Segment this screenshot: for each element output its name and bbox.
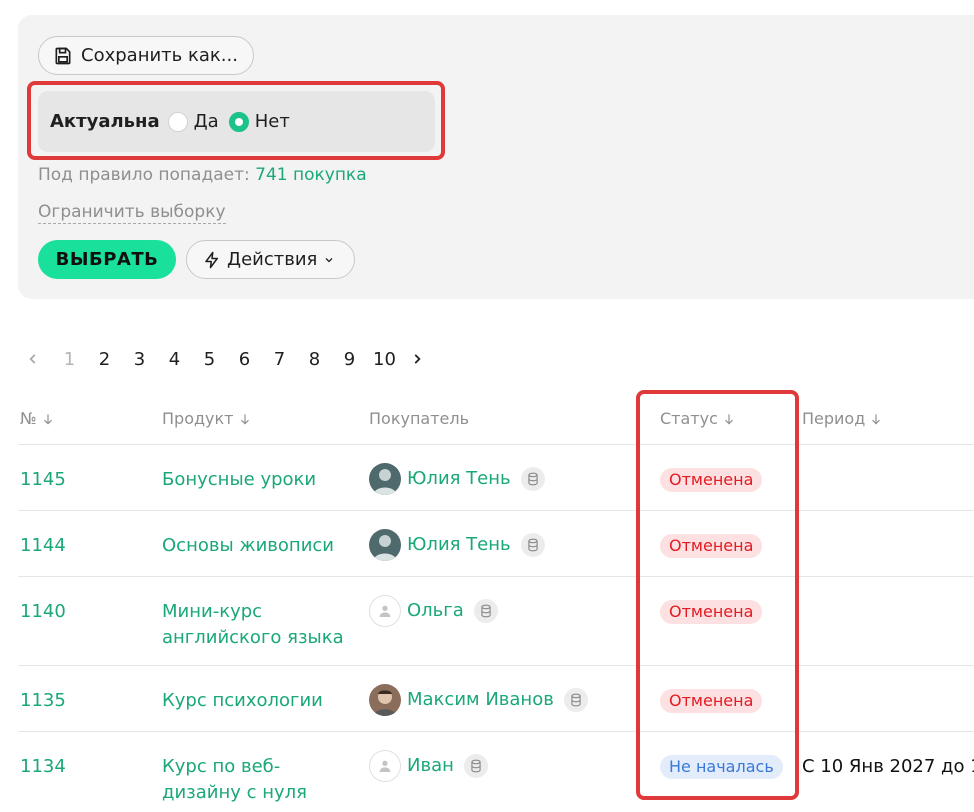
row-4-buyer[interactable]: Максим Иванов [369, 684, 588, 716]
row-5-buyer[interactable]: Иван [369, 750, 488, 782]
status-badge: Отменена [660, 689, 763, 713]
avatar [369, 529, 401, 561]
next-page-chevron-right-icon[interactable] [410, 347, 424, 371]
column-header-period[interactable]: Период [802, 409, 883, 428]
database-icon[interactable] [520, 467, 545, 491]
row-1-product[interactable]: Бонусные уроки [162, 467, 362, 493]
row-2-buyer[interactable]: Юлия Тень [369, 529, 545, 561]
status-badge: Отменена [660, 468, 763, 492]
row-2-buyer-name: Юлия Тень [407, 534, 511, 555]
select-button[interactable]: ВЫБРАТЬ [38, 240, 176, 279]
column-header-product-label: Продукт [162, 409, 234, 428]
row-5-status: Не началась [660, 754, 783, 780]
sort-arrow-down-icon [724, 413, 733, 424]
page-3[interactable]: 3 [122, 349, 157, 370]
column-header-buyer[interactable]: Покупатель [369, 409, 469, 428]
page-5[interactable]: 5 [192, 349, 227, 370]
sort-arrow-down-icon [43, 413, 52, 424]
page-2[interactable]: 2 [87, 349, 122, 370]
database-icon[interactable] [463, 754, 488, 778]
column-header-num[interactable]: № [20, 409, 55, 428]
page-8[interactable]: 8 [297, 349, 332, 370]
row-2-product[interactable]: Основы живописи [162, 533, 362, 559]
avatar [369, 750, 401, 782]
row-3-buyer[interactable]: Ольга [369, 595, 498, 627]
rule-count-text: Под правило попадает: 741 покупка [38, 165, 367, 185]
sort-arrow-down-icon [872, 413, 881, 424]
status-badge: Отменена [660, 600, 763, 624]
rule-count-link[interactable]: 741 покупка [255, 165, 367, 185]
column-header-status[interactable]: Статус [660, 409, 736, 428]
page-9[interactable]: 9 [332, 349, 367, 370]
row-4-product[interactable]: Курс психологии [162, 688, 362, 714]
row-divider [18, 510, 974, 511]
column-header-product[interactable]: Продукт [162, 409, 252, 428]
status-badge: Отменена [660, 534, 763, 558]
row-5-buyer-name: Иван [407, 755, 454, 776]
avatar [369, 595, 401, 627]
database-icon[interactable] [563, 688, 588, 712]
row-3-status: Отменена [660, 599, 763, 625]
avatar [369, 463, 401, 495]
rule-count-prefix: Под правило попадает: [38, 165, 256, 185]
column-header-period-label: Период [802, 409, 866, 428]
row-3-num[interactable]: 1140 [20, 599, 66, 625]
page-7[interactable]: 7 [262, 349, 297, 370]
row-5-product[interactable]: Курс по веб-дизайну с нуля [162, 754, 322, 806]
column-header-buyer-label: Покупатель [369, 409, 470, 428]
limit-selection-link[interactable]: Ограничить выборку [38, 201, 226, 224]
row-4-buyer-name: Максим Иванов [407, 689, 554, 710]
row-divider [18, 576, 974, 577]
avatar [369, 684, 401, 716]
row-2-status: Отменена [660, 533, 763, 559]
row-1-status: Отменена [660, 467, 763, 493]
floppy-disk-icon [55, 47, 71, 64]
row-2-num[interactable]: 1144 [20, 533, 66, 559]
column-header-status-label: Статус [660, 409, 718, 428]
actions-dropdown-button[interactable]: Действия [186, 240, 355, 279]
row-4-num[interactable]: 1135 [20, 688, 66, 714]
page-4[interactable]: 4 [157, 349, 192, 370]
row-3-product[interactable]: Мини-курс английского языка [162, 599, 358, 651]
radio-no[interactable] [228, 111, 249, 132]
column-header-num-label: № [20, 409, 37, 428]
status-badge: Не началась [660, 755, 783, 779]
actual-filter-group: Актуальна Да Нет [38, 91, 435, 152]
row-1-buyer-name: Юлия Тень [407, 468, 511, 489]
user-icon [379, 760, 391, 772]
prev-page-chevron-left-icon[interactable] [26, 347, 40, 371]
radio-yes[interactable] [167, 111, 188, 132]
row-5-num[interactable]: 1134 [20, 754, 66, 780]
page-10[interactable]: 10 [367, 349, 402, 370]
sort-arrow-down-icon [240, 413, 249, 424]
actual-label: Актуальна [50, 111, 160, 132]
save-as-label: Сохранить как... [81, 45, 238, 66]
row-divider [18, 731, 974, 732]
page-1[interactable]: 1 [52, 349, 87, 370]
row-1-buyer[interactable]: Юлия Тень [369, 463, 545, 495]
save-as-button[interactable]: Сохранить как... [38, 36, 254, 75]
database-icon[interactable] [520, 533, 545, 557]
table-header-divider [18, 444, 974, 445]
row-divider [18, 665, 974, 666]
lightning-icon [205, 251, 218, 268]
radio-no-label[interactable]: Нет [255, 111, 290, 132]
actions-label: Действия [227, 249, 318, 270]
row-1-num[interactable]: 1145 [20, 467, 66, 493]
highlight-frame-status [636, 390, 799, 800]
pagination: 1 2 3 4 5 6 7 8 9 10 [26, 347, 424, 371]
row-4-status: Отменена [660, 688, 763, 714]
row-5-period: С 10 Янв 2027 до 1 [802, 756, 974, 777]
user-icon [379, 605, 391, 617]
database-icon[interactable] [473, 599, 498, 623]
row-3-buyer-name: Ольга [407, 600, 464, 621]
chevron-down-icon [325, 257, 333, 262]
page-6[interactable]: 6 [227, 349, 262, 370]
radio-yes-label[interactable]: Да [194, 111, 219, 132]
